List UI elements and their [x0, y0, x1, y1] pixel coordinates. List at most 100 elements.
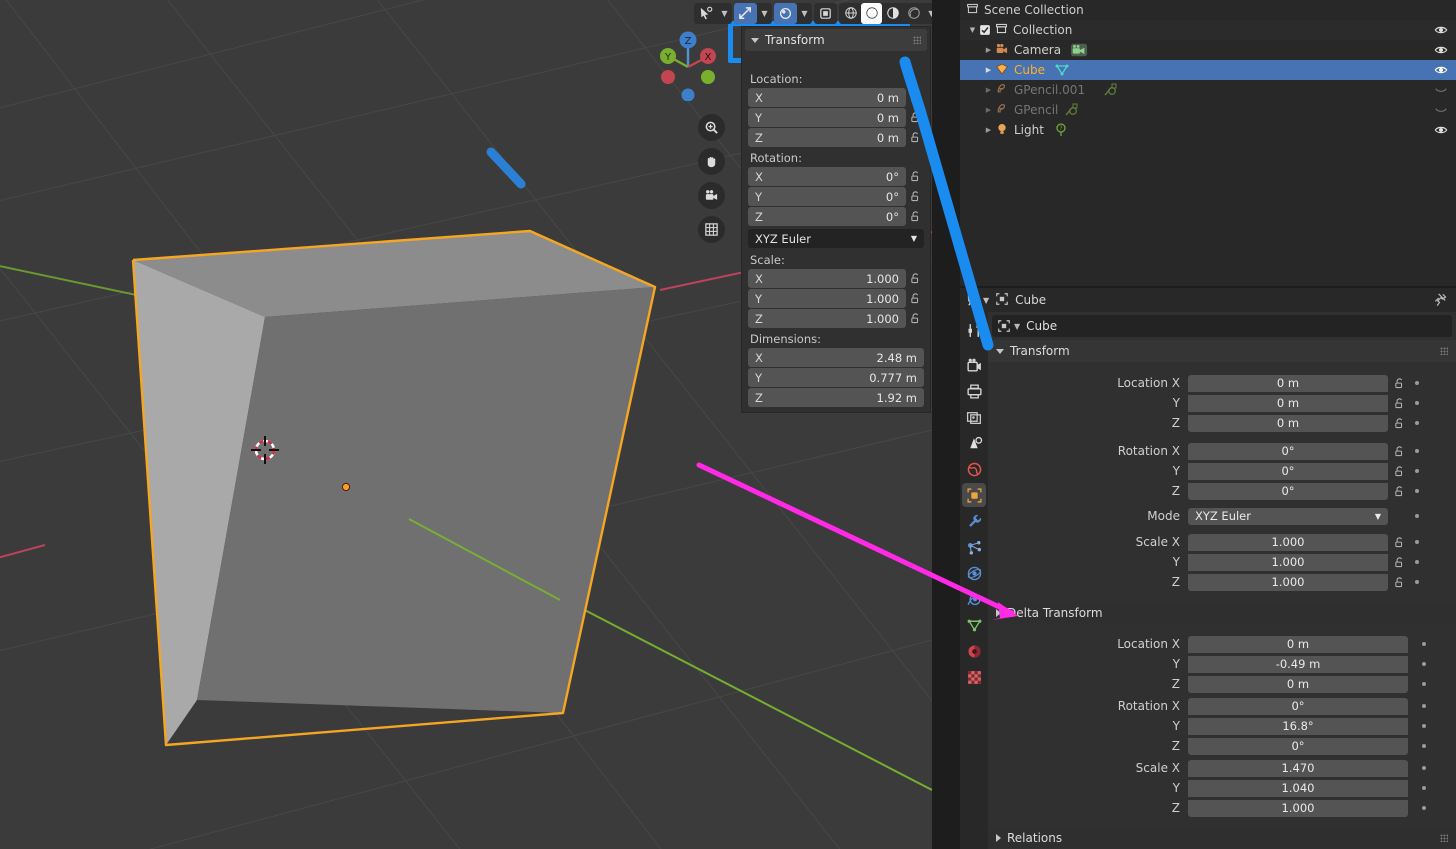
expander-down-icon[interactable]: ▼	[966, 26, 979, 34]
field-value[interactable]: 1.000	[1188, 553, 1388, 571]
animate-dot-icon[interactable]	[1410, 401, 1424, 405]
gizmo-icon[interactable]	[814, 2, 837, 24]
wireframe-shading-icon[interactable]	[840, 3, 861, 24]
outliner-row-camera[interactable]: ▶ Camera	[960, 40, 1456, 60]
outliner-row-gpencil[interactable]: ▶ GPencil	[960, 100, 1456, 120]
animate-dot-icon[interactable]	[1417, 786, 1431, 790]
delta-location-z-row[interactable]: Z 0 m	[988, 674, 1456, 694]
chevron-down-icon[interactable]: ▼	[717, 3, 732, 24]
outliner-row-scene-collection[interactable]: Scene Collection	[960, 0, 1456, 20]
properties-content[interactable]: ▼ Cube Transform Location X 0 m Y 0 m Z …	[988, 312, 1456, 849]
lock-open-icon[interactable]	[1388, 417, 1410, 430]
lock-open-icon[interactable]	[1388, 377, 1410, 390]
rendered-shading-icon[interactable]	[903, 3, 924, 24]
npanel-rotation-x-row[interactable]: X 0°	[748, 167, 924, 186]
npanel-scale-rows[interactable]: X 1.000 Y 1.000 Z 1.000	[742, 269, 930, 328]
npanel-rotation-z-row[interactable]: Z 0°	[748, 207, 924, 226]
lock-open-icon[interactable]	[906, 91, 924, 104]
chevron-down-icon[interactable]: ▼	[797, 3, 812, 24]
eye-closed-icon[interactable]	[1434, 83, 1448, 100]
field-value[interactable]: 0°	[1188, 442, 1388, 460]
editor-type-icon[interactable]: ▼	[966, 293, 989, 308]
field-value[interactable]: 1.470	[1188, 759, 1408, 777]
field-value[interactable]: 0°	[1188, 737, 1408, 755]
animate-dot-icon[interactable]	[1410, 560, 1424, 564]
transform-scale-y-row[interactable]: Y 1.000	[988, 552, 1456, 572]
lock-open-icon[interactable]	[906, 272, 924, 285]
drag-grip-icon[interactable]	[1440, 834, 1448, 842]
transform-mode-row[interactable]: Mode XYZ Euler ▼	[988, 506, 1456, 526]
delta-rotation-y-row[interactable]: Y 16.8°	[988, 716, 1456, 736]
cursor-select-icon[interactable]	[694, 3, 717, 24]
animate-dot-icon[interactable]	[1410, 449, 1424, 453]
lock-open-icon[interactable]	[1388, 556, 1410, 569]
field-value[interactable]: 1.000	[1188, 533, 1388, 551]
tab-constraints-icon[interactable]	[962, 587, 986, 611]
field-value[interactable]: 1.000	[1188, 799, 1408, 817]
field-value[interactable]: 0°	[1188, 482, 1388, 500]
tab-material-icon[interactable]	[962, 639, 986, 663]
tab-scene-icon[interactable]	[962, 431, 986, 455]
viewport-3d[interactable]: ▼ ▼ ▼ ▼ Z Y X Transform Location: X 0 m …	[0, 0, 932, 849]
expander-right-icon[interactable]: ▶	[982, 106, 995, 114]
npanel-location-z-row[interactable]: Z 0 m	[748, 128, 924, 147]
npanel-location-x-row[interactable]: X 0 m	[748, 88, 924, 107]
outliner-row-gpencil-001[interactable]: ▶ GPencil.001	[960, 80, 1456, 100]
field-value[interactable]: 0 m	[1188, 414, 1388, 432]
delta-scale-y-row[interactable]: Y 1.040	[988, 778, 1456, 798]
npanel-location-rows[interactable]: X 0 m Y 0 m Z 0 m	[742, 88, 930, 147]
animate-dot-icon[interactable]	[1417, 642, 1431, 646]
snap-magnet-icon[interactable]	[734, 2, 757, 24]
tab-texture-icon[interactable]	[962, 665, 986, 689]
chevron-down-icon[interactable]: ▼	[924, 3, 932, 24]
viewport-header-toolbar[interactable]: ▼ ▼ ▼ ▼	[694, 1, 932, 25]
field-value[interactable]: 1.040	[1188, 779, 1408, 797]
field-value[interactable]: 0 m	[1188, 394, 1388, 412]
properties-editor[interactable]: ▼ Cube ▼ Cube Transform Location X 0 m Y…	[960, 288, 1456, 849]
npanel-scale-y-row[interactable]: Y 1.000	[748, 289, 924, 308]
transform-location-x-row[interactable]: Location X 0 m	[988, 373, 1456, 393]
field-value[interactable]: 0°	[1188, 697, 1408, 715]
lock-open-icon[interactable]	[906, 312, 924, 325]
camera-object-icon[interactable]	[1070, 42, 1088, 58]
delta-scale-x-row[interactable]: Scale X 1.470	[988, 758, 1456, 778]
gpencil-data-icon[interactable]	[1064, 102, 1080, 118]
outliner-row-cube[interactable]: ▶ Cube	[960, 60, 1456, 80]
animate-dot-icon[interactable]	[1417, 806, 1431, 810]
object-id-icon[interactable]: ▼	[997, 319, 1020, 333]
rotation-mode-dropdown[interactable]: XYZ Euler ▼	[1188, 507, 1388, 525]
npanel-location-y-row[interactable]: Y 0 m	[748, 108, 924, 127]
npanel-transform-header[interactable]: Transform	[745, 29, 927, 51]
transform-scale-z-row[interactable]: Z 1.000	[988, 572, 1456, 592]
transform-scale-x-row[interactable]: Scale X 1.000	[988, 532, 1456, 552]
chevron-down-icon[interactable]: ▼	[757, 3, 772, 24]
grid-icon[interactable]	[698, 216, 725, 243]
lock-open-icon[interactable]	[906, 190, 924, 203]
npanel-scale-x-row[interactable]: X 1.000	[748, 269, 924, 288]
delta-transform-section-header[interactable]: Delta Transform	[988, 602, 1456, 624]
tab-output-icon[interactable]	[962, 379, 986, 403]
animate-dot-icon[interactable]	[1417, 662, 1431, 666]
eye-open-icon[interactable]	[1434, 123, 1448, 140]
tab-object-icon[interactable]	[962, 483, 986, 507]
animate-dot-icon[interactable]	[1417, 766, 1431, 770]
camera-icon[interactable]	[698, 182, 725, 209]
proportional-group[interactable]: ▼	[774, 2, 812, 24]
eye-open-icon[interactable]	[1434, 63, 1448, 80]
field-value[interactable]: -0.49 m	[1188, 655, 1408, 673]
expander-right-icon[interactable]: ▶	[982, 46, 995, 54]
npanel-rotation-mode-dropdown[interactable]: XYZ Euler ▼	[748, 229, 924, 248]
animate-dot-icon[interactable]	[1410, 514, 1424, 518]
snap-group[interactable]: ▼	[734, 2, 772, 24]
light-data-icon[interactable]: ?	[1053, 122, 1069, 138]
npanel-rotation-y-row[interactable]: Y 0°	[748, 187, 924, 206]
lock-open-icon[interactable]	[1388, 485, 1410, 498]
navigation-gizmo[interactable]: Z Y X	[650, 25, 726, 102]
field-value[interactable]: 1.000	[1188, 573, 1388, 591]
outliner-row-collection[interactable]: ▼ Collection	[960, 20, 1456, 40]
eye-open-icon[interactable]	[1434, 43, 1448, 60]
transform-location-z-row[interactable]: Z 0 m	[988, 413, 1456, 433]
animate-dot-icon[interactable]	[1410, 469, 1424, 473]
animate-dot-icon[interactable]	[1417, 744, 1431, 748]
solid-shading-icon[interactable]	[861, 2, 882, 24]
